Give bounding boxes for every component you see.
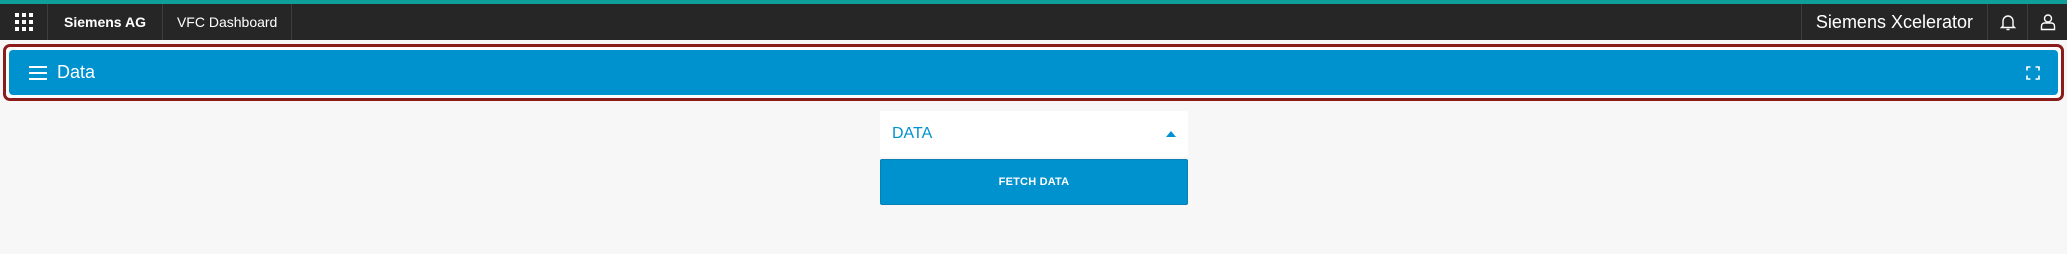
notifications-button[interactable]: [1987, 4, 2027, 40]
data-panel-header[interactable]: DATA: [880, 111, 1188, 157]
page-title: Data: [57, 62, 96, 82]
breadcrumb-vfc-dashboard[interactable]: VFC Dashboard: [163, 4, 293, 40]
user-icon: [2040, 14, 2055, 31]
app-launcher-button[interactable]: [0, 4, 48, 40]
app-grid-icon: [14, 13, 33, 31]
top-navigation-bar: Siemens AG VFC Dashboard Siemens Xcelera…: [0, 4, 2067, 40]
page-header-focus-frame: Data: [3, 44, 2064, 101]
data-panel: DATA FETCH DATA: [880, 111, 1188, 207]
hamburger-icon[interactable]: [29, 65, 47, 80]
bell-icon: [1999, 15, 2016, 31]
user-menu-button[interactable]: [2027, 4, 2067, 40]
data-panel-title: DATA: [892, 125, 933, 142]
brand-label: Siemens Xcelerator: [1800, 4, 1987, 40]
breadcrumb-siemens-ag[interactable]: Siemens AG: [48, 4, 163, 40]
fetch-data-button[interactable]: FETCH DATA: [880, 159, 1188, 205]
page-header: Data: [9, 50, 2058, 95]
caret-up-icon: [1166, 131, 1176, 137]
fullscreen-icon[interactable]: [2026, 65, 2040, 80]
